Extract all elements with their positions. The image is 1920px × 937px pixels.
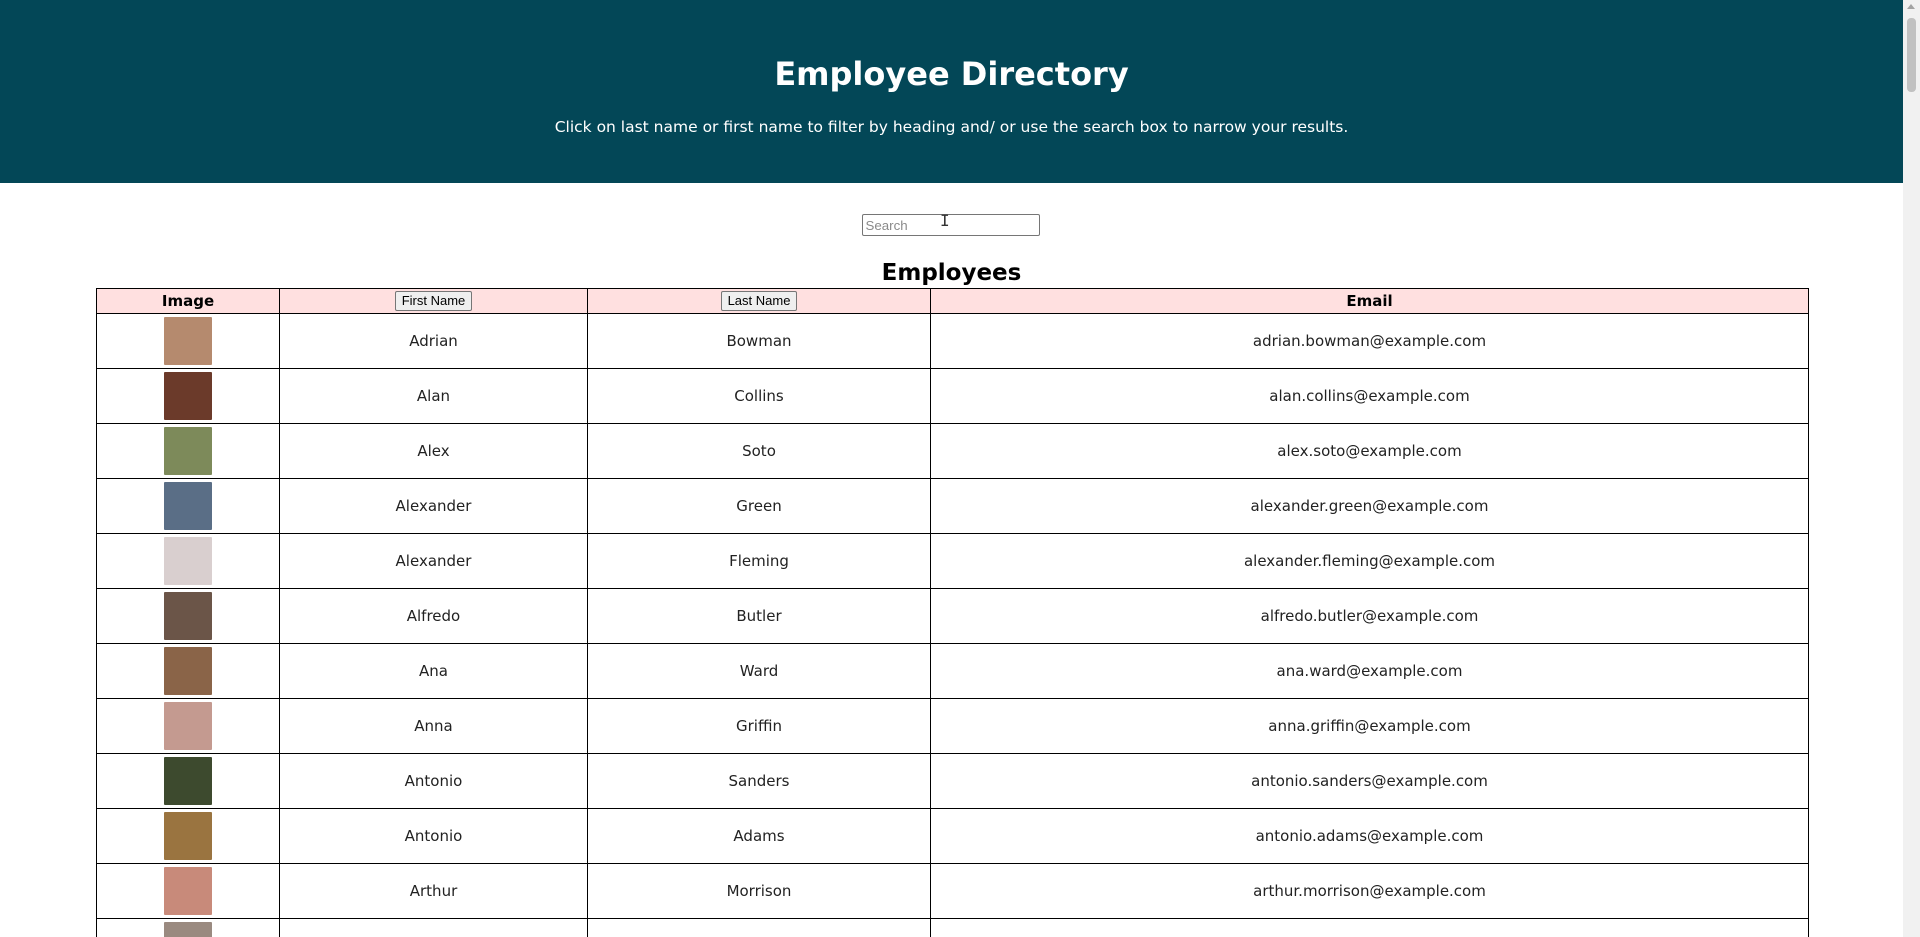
first-name-cell: Antonio bbox=[279, 753, 588, 809]
main-content: Employee Directory Click on last name or… bbox=[0, 0, 1903, 937]
table-row: Alexander Fleming alexander.fleming@exampl… bbox=[96, 533, 1809, 589]
employee-image-cell bbox=[96, 423, 280, 479]
email-cell: alfredo.butler@example.com bbox=[930, 588, 1809, 644]
column-header-image: Image bbox=[96, 288, 280, 314]
sort-first-name-button[interactable]: First Name bbox=[394, 291, 473, 311]
employee-image-cell bbox=[96, 533, 280, 589]
first-name-cell: Anna bbox=[279, 698, 588, 754]
table-row: Antonio Adams antonio.adams@example.com bbox=[96, 808, 1809, 864]
avatar bbox=[164, 317, 212, 365]
last-name-cell: Fleming bbox=[587, 533, 931, 589]
email-cell: adrian.bowman@example.com bbox=[930, 313, 1809, 369]
email-cell: antonio.sanders@example.com bbox=[930, 753, 1809, 809]
email-cell: alexander.green@example.com bbox=[930, 478, 1809, 534]
avatar bbox=[164, 372, 212, 420]
avatar bbox=[164, 592, 212, 640]
page-header: Employee Directory Click on last name or… bbox=[0, 0, 1903, 183]
employee-image-cell bbox=[96, 753, 280, 809]
email-cell: alex.soto@example.com bbox=[930, 423, 1809, 479]
employee-image-cell bbox=[96, 313, 280, 369]
column-header-email: Email bbox=[930, 288, 1809, 314]
last-name-cell: Bowman bbox=[587, 313, 931, 369]
table-row: Ana Ward ana.ward@example.com bbox=[96, 643, 1809, 699]
first-name-cell: Alexander bbox=[279, 533, 588, 589]
vertical-scrollbar[interactable] bbox=[1903, 0, 1920, 937]
avatar bbox=[164, 922, 212, 937]
email-cell: ana.ward@example.com bbox=[930, 643, 1809, 699]
avatar bbox=[164, 482, 212, 530]
last-name-cell bbox=[587, 918, 931, 937]
page-subtitle: Click on last name or first name to filt… bbox=[554, 118, 1349, 136]
scrollbar-thumb[interactable] bbox=[1907, 18, 1916, 92]
first-name-cell: Antonio bbox=[279, 808, 588, 864]
avatar bbox=[164, 537, 212, 585]
search-input[interactable] bbox=[861, 214, 1040, 236]
email-cell: alan.collins@example.com bbox=[930, 368, 1809, 424]
table-row: Alexander Green alexander.green@example.co… bbox=[96, 478, 1809, 534]
first-name-cell: Ana bbox=[279, 643, 588, 699]
avatar bbox=[164, 812, 212, 860]
last-name-cell: Adams bbox=[587, 808, 931, 864]
avatar bbox=[164, 427, 212, 475]
email-cell: arthur.morrison@example.com bbox=[930, 863, 1809, 919]
table-row: Alfredo Butler alfredo.butler@example.com bbox=[96, 588, 1809, 644]
last-name-cell: Soto bbox=[587, 423, 931, 479]
first-name-cell: Adrian bbox=[279, 313, 588, 369]
first-name-cell bbox=[279, 918, 588, 937]
page-title: Employee Directory bbox=[774, 55, 1129, 93]
email-cell: antonio.adams@example.com bbox=[930, 808, 1809, 864]
search-container bbox=[0, 214, 1903, 236]
employee-image-cell bbox=[96, 368, 280, 424]
last-name-cell: Morrison bbox=[587, 863, 931, 919]
last-name-cell: Collins bbox=[587, 368, 931, 424]
avatar bbox=[164, 702, 212, 750]
employee-image-cell bbox=[96, 698, 280, 754]
first-name-cell: Arthur bbox=[279, 863, 588, 919]
employee-image-cell bbox=[96, 478, 280, 534]
table-row: Anna Griffin anna.griffin@example.com bbox=[96, 698, 1809, 754]
first-name-cell: Alfredo bbox=[279, 588, 588, 644]
employee-table-body: Adrian Bowman adrian.bowman@example.com Ala… bbox=[96, 313, 1809, 937]
column-header-last-name: Last Name bbox=[587, 288, 931, 314]
table-row: Alex Soto alex.soto@example.com bbox=[96, 423, 1809, 479]
employee-image-cell bbox=[96, 918, 280, 937]
first-name-cell: Alex bbox=[279, 423, 588, 479]
employee-image-cell bbox=[96, 643, 280, 699]
table-row: Adrian Bowman adrian.bowman@example.com bbox=[96, 313, 1809, 369]
employee-image-cell bbox=[96, 808, 280, 864]
table-row bbox=[96, 918, 1809, 937]
sort-last-name-button[interactable]: Last Name bbox=[720, 291, 798, 311]
avatar bbox=[164, 647, 212, 695]
last-name-cell: Butler bbox=[587, 588, 931, 644]
table-header-row: Image First Name Last Name Email bbox=[96, 288, 1809, 314]
table-row: Antonio Sanders antonio.sanders@example.co… bbox=[96, 753, 1809, 809]
avatar bbox=[164, 757, 212, 805]
email-cell: anna.griffin@example.com bbox=[930, 698, 1809, 754]
last-name-cell: Griffin bbox=[587, 698, 931, 754]
table-row: Arthur Morrison arthur.morrison@example.co… bbox=[96, 863, 1809, 919]
last-name-cell: Sanders bbox=[587, 753, 931, 809]
employee-image-cell bbox=[96, 588, 280, 644]
first-name-cell: Alan bbox=[279, 368, 588, 424]
first-name-cell: Alexander bbox=[279, 478, 588, 534]
table-title: Employees bbox=[881, 260, 1022, 286]
employee-table: Image First Name Last Name Email Adrian B… bbox=[96, 288, 1809, 937]
last-name-cell: Green bbox=[587, 478, 931, 534]
email-cell bbox=[930, 918, 1809, 937]
employee-image-cell bbox=[96, 863, 280, 919]
last-name-cell: Ward bbox=[587, 643, 931, 699]
page: Employee Directory Click on last name or… bbox=[0, 0, 1920, 937]
column-header-first-name: First Name bbox=[279, 288, 588, 314]
avatar bbox=[164, 867, 212, 915]
scroll-up-arrow-icon[interactable] bbox=[1907, 4, 1915, 9]
email-cell: alexander.fleming@example.com bbox=[930, 533, 1809, 589]
table-row: Alan Collins alan.collins@example.com bbox=[96, 368, 1809, 424]
